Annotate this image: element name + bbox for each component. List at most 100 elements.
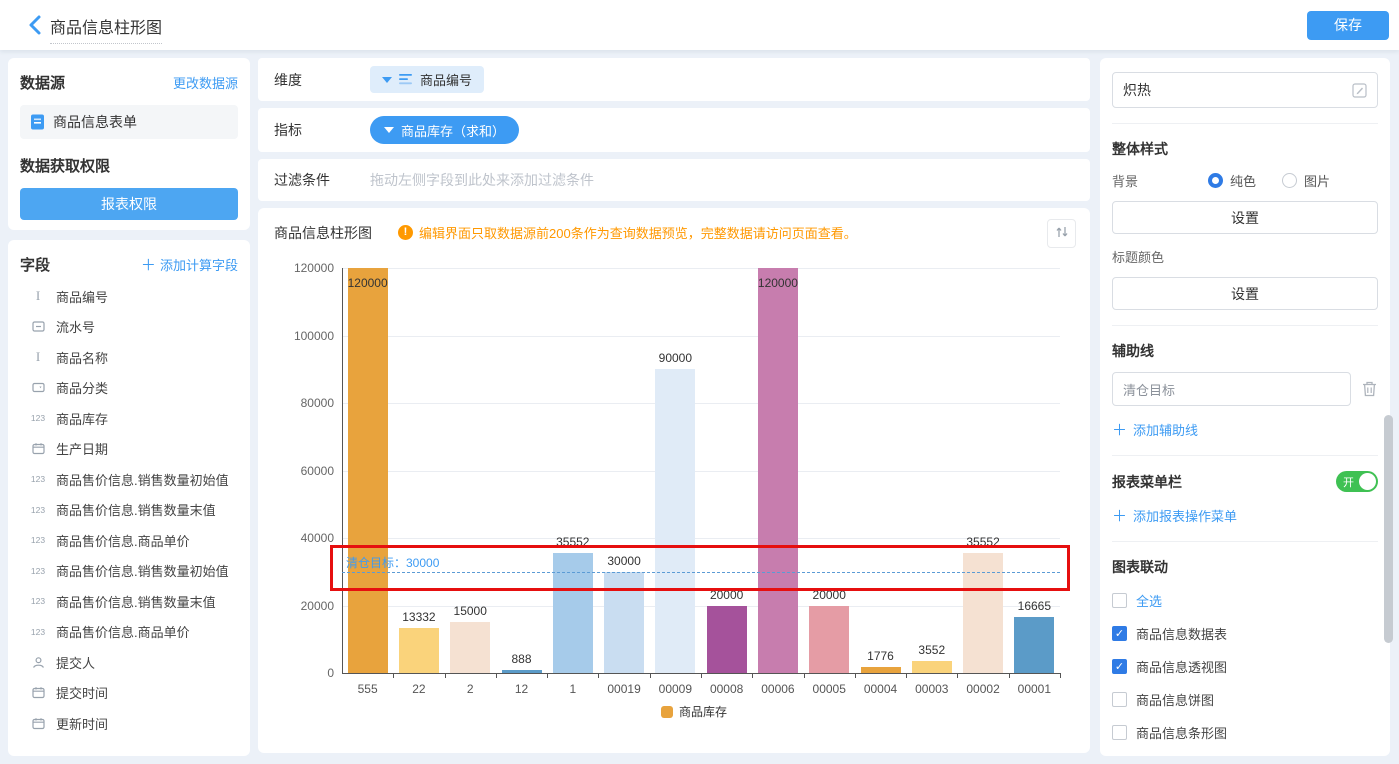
datasource-name: 商品信息表单 — [53, 112, 137, 132]
bar-00004[interactable] — [861, 667, 901, 673]
auxline-input[interactable]: 清仓目标 — [1112, 372, 1351, 406]
bar-555[interactable] — [348, 268, 388, 673]
bar-22[interactable] — [399, 628, 439, 673]
edit-icon[interactable] — [1352, 83, 1367, 98]
dimension-pill[interactable]: 商品编号 — [370, 66, 484, 93]
field-item[interactable]: 提交人 — [20, 647, 238, 678]
menu-toggle[interactable]: 开 — [1336, 471, 1378, 492]
x-tick-label: 00002 — [957, 682, 1009, 696]
save-button[interactable]: 保存 — [1307, 11, 1389, 40]
linkage-label: 商品信息透视图 — [1136, 657, 1227, 676]
y-axis — [342, 268, 343, 674]
filter-row[interactable]: 过滤条件 拖动左侧字段到此处来添加过滤条件 — [258, 159, 1090, 201]
metric-pill[interactable]: 商品库存（求和） — [370, 116, 519, 144]
bar-00006[interactable] — [758, 268, 798, 673]
plus-icon: ＋ — [1112, 505, 1127, 526]
background-set-button[interactable]: 设置 — [1112, 201, 1378, 234]
field-item[interactable]: 生产日期 — [20, 434, 238, 465]
x-tick — [752, 673, 753, 678]
x-tick — [701, 673, 702, 678]
chart-name-value: 炽热 — [1123, 80, 1151, 100]
field-item[interactable]: 123商品售价信息.商品单价 — [20, 525, 238, 556]
checkbox-unchecked-icon — [1112, 692, 1127, 707]
bar-00005[interactable] — [809, 606, 849, 674]
field-item[interactable]: I商品名称 — [20, 342, 238, 373]
select-all-checkbox[interactable]: 全选 — [1112, 591, 1378, 610]
linkage-checkbox[interactable]: 商品信息条形图 — [1112, 723, 1378, 742]
menu-title: 报表菜单栏 — [1112, 472, 1182, 492]
bg-option-solid[interactable]: 纯色 — [1208, 171, 1256, 190]
dimension-label: 维度 — [274, 70, 370, 90]
serial-icon — [28, 320, 48, 333]
field-item[interactable]: 123商品售价信息.销售数量初始值 — [20, 556, 238, 587]
field-item[interactable]: 提交时间 — [20, 678, 238, 709]
chart-name-input[interactable]: 炽热 — [1112, 72, 1378, 108]
permission-title: 数据获取权限 — [20, 155, 238, 176]
bar-00008[interactable] — [707, 606, 747, 674]
field-label: 商品售价信息.销售数量末值 — [56, 500, 216, 519]
x-tick-label: 12 — [496, 682, 548, 696]
form-file-icon — [30, 114, 45, 130]
field-item[interactable]: 123商品售价信息.销售数量末值 — [20, 495, 238, 526]
linkage-checkbox[interactable]: ✓ 商品信息透视图 — [1112, 657, 1378, 676]
fields-title: 字段 — [20, 254, 50, 275]
back-icon[interactable] — [26, 14, 46, 36]
scrollbar-thumb[interactable] — [1384, 415, 1393, 643]
number-icon: 123 — [28, 627, 48, 637]
bar-2[interactable] — [450, 622, 490, 673]
radio-unselected-icon — [1282, 173, 1297, 188]
field-label: 商品名称 — [56, 348, 108, 367]
field-item[interactable]: I商品编号 — [20, 281, 238, 312]
y-tick-label: 60000 — [274, 464, 334, 478]
style-title: 整体样式 — [1112, 139, 1378, 159]
datasource-item[interactable]: 商品信息表单 — [20, 105, 238, 139]
x-tick-label: 00009 — [649, 682, 701, 696]
field-label: 商品售价信息.销售数量初始值 — [56, 561, 229, 580]
field-item[interactable]: 商品分类 — [20, 373, 238, 404]
bar-00003[interactable] — [912, 661, 952, 673]
dimension-row: 维度 商品编号 — [258, 58, 1090, 101]
field-item[interactable]: 123商品库存 — [20, 403, 238, 434]
fields-panel: 字段 ＋ 添加计算字段 I商品编号流水号 I商品名称商品分类123商品库存生产日期… — [8, 240, 250, 756]
field-item[interactable]: 123商品售价信息.销售数量末值 — [20, 586, 238, 617]
number-icon: 123 — [28, 413, 48, 423]
title-color-set-button[interactable]: 设置 — [1112, 277, 1378, 310]
x-tick-label: 00019 — [598, 682, 650, 696]
metric-label: 指标 — [274, 120, 370, 140]
report-permission-button[interactable]: 报表权限 — [20, 188, 238, 220]
linkage-label: 商品信息饼图 — [1136, 690, 1214, 709]
bar-value-label: 888 — [492, 652, 552, 666]
x-tick — [547, 673, 548, 678]
bar-value-label: 16665 — [1004, 599, 1064, 613]
linkage-list: ✓商品信息数据表✓商品信息透视图商品信息饼图商品信息条形图商品信息雷达图 — [1112, 624, 1378, 756]
bg-option-image[interactable]: 图片 — [1282, 171, 1330, 190]
add-calc-field-link[interactable]: ＋ 添加计算字段 — [141, 254, 238, 275]
chevron-down-icon — [382, 77, 392, 83]
legend-swatch-icon — [661, 706, 673, 718]
bar-12[interactable] — [502, 670, 542, 673]
bar-chart[interactable]: 0200004000060000800001000001200001200005… — [258, 208, 1090, 753]
reference-line — [342, 572, 1060, 573]
linkage-checkbox[interactable]: 商品信息饼图 — [1112, 690, 1378, 709]
x-tick-label: 00005 — [803, 682, 855, 696]
x-tick-label: 00004 — [855, 682, 907, 696]
linkage-checkbox[interactable]: ✓商品信息数据表 — [1112, 624, 1378, 643]
field-item[interactable]: 123商品售价信息.商品单价 — [20, 617, 238, 648]
field-item[interactable]: 流水号 — [20, 312, 238, 343]
background-label: 背景 — [1112, 171, 1182, 190]
change-datasource-link[interactable]: 更改数据源 — [173, 73, 238, 92]
field-label: 流水号 — [56, 317, 95, 336]
legend[interactable]: 商品库存 — [661, 703, 727, 720]
legend-label: 商品库存 — [679, 703, 727, 720]
bar-00009[interactable] — [655, 369, 695, 673]
bar-00001[interactable] — [1014, 617, 1054, 673]
field-list: I商品编号流水号I商品名称商品分类123商品库存生产日期123商品售价信息.销售… — [20, 281, 238, 739]
field-item[interactable]: 更新时间 — [20, 708, 238, 739]
add-menu-link[interactable]: ＋添加报表操作菜单 — [1112, 505, 1378, 526]
checkbox-checked-icon: ✓ — [1112, 659, 1127, 674]
add-auxline-link[interactable]: ＋添加辅助线 — [1112, 419, 1378, 440]
x-tick — [957, 673, 958, 678]
field-item[interactable]: 123商品售价信息.销售数量初始值 — [20, 464, 238, 495]
x-tick-label: 1 — [547, 682, 599, 696]
trash-icon[interactable] — [1361, 380, 1378, 398]
